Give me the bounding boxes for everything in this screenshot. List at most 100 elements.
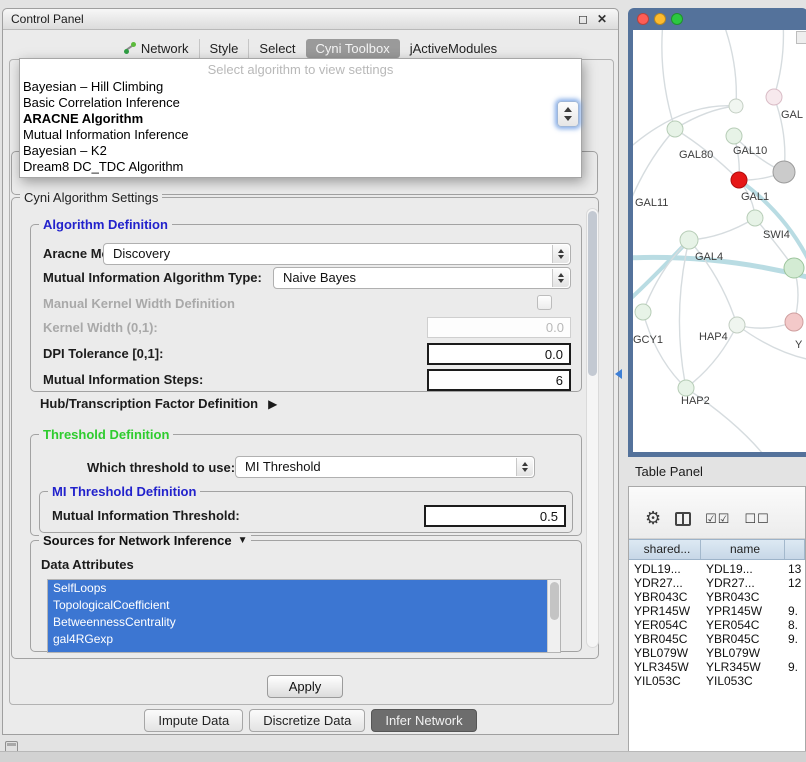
collapsed-arrow-icon: ▶ bbox=[268, 397, 277, 411]
table-row[interactable]: YDR27...YDR27...12 bbox=[629, 576, 805, 590]
control-panel-window: Control Panel ◻ ✕ NetworkStyleSelect Cyni… bbox=[2, 8, 619, 735]
select-all-icon[interactable]: ☑☑ bbox=[705, 511, 730, 527]
node-label: GAL11 bbox=[635, 197, 668, 209]
dpi-tolerance-field[interactable] bbox=[427, 343, 571, 365]
network-svg: GALGAL80GAL10GAL11GAL1SWI4GAL4GCY1HAP4HA… bbox=[633, 30, 806, 452]
network-edge[interactable] bbox=[675, 106, 736, 129]
close-light-icon[interactable] bbox=[637, 13, 649, 25]
table-cell: YDR27... bbox=[701, 576, 785, 590]
dropdown-item-bayesian-hill-climbing[interactable]: Bayesian – Hill Climbing bbox=[20, 79, 581, 95]
table-row[interactable]: YPR145WYPR145W9. bbox=[629, 604, 805, 618]
tab-jactivemodules[interactable]: jActiveModules bbox=[400, 39, 507, 58]
minimize-light-icon[interactable] bbox=[654, 13, 666, 25]
columns-icon[interactable] bbox=[675, 512, 691, 526]
bottom-tab-infer-network[interactable]: Infer Network bbox=[371, 709, 476, 732]
table-cell: YIL053C bbox=[629, 674, 701, 688]
dropdown-item-bayesian-k2[interactable]: Bayesian – K2 bbox=[20, 143, 581, 159]
mi-threshold-field[interactable] bbox=[424, 505, 566, 527]
control-panel-titlebar[interactable]: Control Panel ◻ ✕ bbox=[3, 9, 618, 30]
table-cell bbox=[785, 590, 805, 604]
zoom-light-icon[interactable] bbox=[671, 13, 683, 25]
attribute-item-betweennesscentrality[interactable]: BetweennessCentrality bbox=[48, 614, 547, 631]
tab-style[interactable]: Style bbox=[199, 39, 249, 58]
column-header-name[interactable]: name bbox=[701, 540, 785, 559]
manual-kernel-checkbox[interactable] bbox=[537, 295, 552, 310]
settings-scrollbar[interactable] bbox=[586, 208, 599, 648]
table-row[interactable]: YBR045CYBR045C9. bbox=[629, 632, 805, 646]
sources-toggle[interactable]: Sources for Network Inference ▼ bbox=[39, 533, 251, 548]
sources-group: Sources for Network Inference ▼ Data Att… bbox=[30, 540, 582, 652]
canvas-scrollbar-button[interactable] bbox=[796, 31, 806, 44]
network-node[interactable] bbox=[773, 161, 795, 183]
table-cell: YBR043C bbox=[629, 590, 701, 604]
table-cell: YER054C bbox=[629, 618, 701, 632]
network-node[interactable] bbox=[678, 380, 694, 396]
algorithm-combo-stepper[interactable] bbox=[557, 101, 579, 127]
table-cell: YER054C bbox=[701, 618, 785, 632]
list-scrollbar[interactable] bbox=[547, 580, 560, 652]
node-label: Y bbox=[795, 339, 803, 351]
close-icon[interactable]: ✕ bbox=[597, 12, 607, 26]
float-window-icon[interactable]: ◻ bbox=[578, 12, 588, 26]
unchecked-glyph: ☐ bbox=[757, 511, 769, 527]
table-cell bbox=[785, 646, 805, 660]
aracne-mode-combo[interactable]: Discovery bbox=[103, 243, 571, 265]
network-node[interactable] bbox=[729, 317, 745, 333]
attribute-item-topologicalcoefficient[interactable]: TopologicalCoefficient bbox=[48, 597, 547, 614]
which-threshold-combo[interactable]: MI Threshold bbox=[235, 456, 535, 478]
mi-steps-field[interactable] bbox=[427, 369, 571, 391]
table-row[interactable]: YER054CYER054C8. bbox=[629, 618, 805, 632]
kernel-width-field[interactable] bbox=[427, 317, 571, 338]
attribute-item-selfloops[interactable]: SelfLoops bbox=[48, 580, 547, 597]
table-row[interactable]: YIL053CYIL053C bbox=[629, 674, 805, 688]
network-node[interactable] bbox=[726, 128, 742, 144]
hub-definition-toggle[interactable]: Hub/Transcription Factor Definition ▶ bbox=[40, 396, 277, 411]
attribute-item-partial[interactable] bbox=[48, 648, 547, 653]
network-node[interactable] bbox=[667, 121, 683, 137]
tab-network[interactable]: Network bbox=[114, 39, 199, 58]
table-row[interactable]: YDL19...YDL19...13 bbox=[629, 562, 805, 576]
apply-button[interactable]: Apply bbox=[267, 675, 343, 698]
network-node[interactable] bbox=[635, 304, 651, 320]
table-cell: YBR043C bbox=[701, 590, 785, 604]
network-node[interactable] bbox=[785, 313, 803, 331]
attribute-item-gal4rgexp[interactable]: gal4RGexp bbox=[48, 631, 547, 648]
mi-type-label: Mutual Information Algorithm Type: bbox=[43, 270, 262, 285]
panel-collapse-arrow[interactable] bbox=[615, 369, 622, 379]
network-node[interactable] bbox=[680, 231, 698, 249]
network-node[interactable] bbox=[747, 210, 763, 226]
list-scrollbar-thumb[interactable] bbox=[550, 582, 559, 620]
column-header-shared[interactable]: shared... bbox=[629, 540, 701, 559]
network-node[interactable] bbox=[731, 172, 747, 188]
column-header-2[interactable] bbox=[785, 540, 805, 559]
mi-threshold-label: Mutual Information Threshold: bbox=[52, 508, 240, 523]
network-edge[interactable] bbox=[689, 218, 755, 240]
tab-label: Cyni Toolbox bbox=[316, 41, 390, 56]
tab-cyni-toolbox[interactable]: Cyni Toolbox bbox=[306, 39, 400, 58]
dropdown-item-dream8-dc-tdc-algorithm[interactable]: Dream8 DC_TDC Algorithm bbox=[20, 159, 581, 175]
network-edge[interactable] bbox=[633, 106, 736, 150]
network-edge[interactable] bbox=[723, 30, 736, 106]
tab-select[interactable]: Select bbox=[248, 39, 305, 58]
network-edge[interactable] bbox=[679, 240, 689, 388]
settings-scrollbar-thumb[interactable] bbox=[588, 211, 597, 376]
table-cell: YLR345W bbox=[701, 660, 785, 674]
table-row[interactable]: YBL079WYBL079W bbox=[629, 646, 805, 660]
gear-icon[interactable]: ⚙ bbox=[645, 508, 661, 529]
network-node[interactable] bbox=[766, 89, 782, 105]
clear-selection-icon[interactable]: ☐☐ bbox=[744, 511, 769, 527]
network-edge[interactable] bbox=[774, 30, 783, 97]
dropdown-item-basic-correlation-inference[interactable]: Basic Correlation Inference bbox=[20, 95, 581, 111]
network-canvas[interactable]: GALGAL80GAL10GAL11GAL1SWI4GAL4GCY1HAP4HA… bbox=[633, 30, 806, 452]
table-cell bbox=[785, 674, 805, 688]
dropdown-item-aracne-algorithm[interactable]: ARACNE Algorithm bbox=[20, 111, 581, 127]
bottom-tab-discretize-data[interactable]: Discretize Data bbox=[249, 709, 365, 732]
bottom-tab-impute-data[interactable]: Impute Data bbox=[144, 709, 243, 732]
table-row[interactable]: YBR043CYBR043C bbox=[629, 590, 805, 604]
network-node[interactable] bbox=[729, 99, 743, 113]
dropdown-item-mutual-information-inference[interactable]: Mutual Information Inference bbox=[20, 127, 581, 143]
network-node[interactable] bbox=[784, 258, 804, 278]
table-row[interactable]: YLR345WYLR345W9. bbox=[629, 660, 805, 674]
mi-type-combo[interactable]: Naive Bayes bbox=[273, 267, 571, 289]
network-edge[interactable] bbox=[662, 30, 675, 129]
